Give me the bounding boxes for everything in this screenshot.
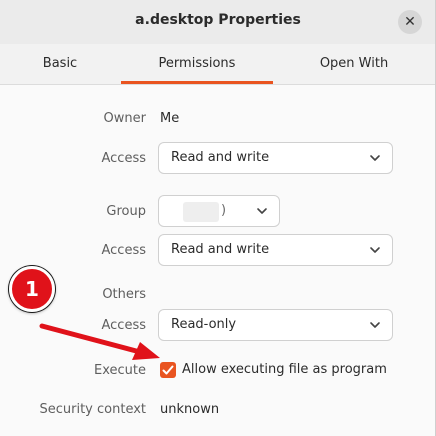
close-button[interactable]: ✕ (398, 10, 422, 34)
chevron-down-icon (370, 247, 380, 253)
tab-basic[interactable]: Basic (0, 44, 120, 84)
group-value: ) (221, 203, 227, 218)
properties-dialog: a.desktop Properties ✕ Basic Permissions… (0, 0, 436, 436)
owner-label: Owner (103, 111, 146, 126)
close-icon: ✕ (404, 14, 416, 30)
chevron-down-icon (257, 208, 267, 214)
dialog-title: a.desktop Properties (135, 12, 301, 28)
tab-open-with[interactable]: Open With (284, 44, 424, 84)
group-access-label: Access (101, 243, 146, 258)
title-bar: a.desktop Properties ✕ (0, 0, 436, 44)
group-label: Group (106, 204, 146, 219)
tab-permissions[interactable]: Permissions (121, 44, 273, 84)
others-access-value: Read-only (171, 317, 237, 332)
annotation-arrow-icon (39, 323, 160, 360)
redacted-group-name (183, 202, 219, 222)
owner-access-dropdown[interactable]: Read and write (158, 142, 393, 174)
chevron-down-icon (370, 155, 380, 161)
group-dropdown[interactable]: ) (158, 195, 280, 227)
execute-checkbox-label[interactable]: Allow executing file as program (182, 362, 387, 377)
owner-access-label: Access (101, 151, 146, 166)
tab-bar: Basic Permissions Open With (0, 44, 436, 85)
security-context-label: Security context (39, 402, 146, 417)
chevron-down-icon (370, 322, 380, 328)
security-context-value: unknown (160, 402, 220, 417)
active-tab-indicator (121, 81, 273, 84)
step-number-badge: 1 (9, 266, 55, 312)
others-access-dropdown[interactable]: Read-only (158, 309, 393, 341)
tab-permissions-label: Permissions (158, 56, 236, 71)
owner-access-value: Read and write (171, 150, 270, 165)
group-access-dropdown[interactable]: Read and write (158, 234, 393, 266)
group-access-value: Read and write (171, 242, 270, 257)
owner-value: Me (160, 111, 180, 126)
